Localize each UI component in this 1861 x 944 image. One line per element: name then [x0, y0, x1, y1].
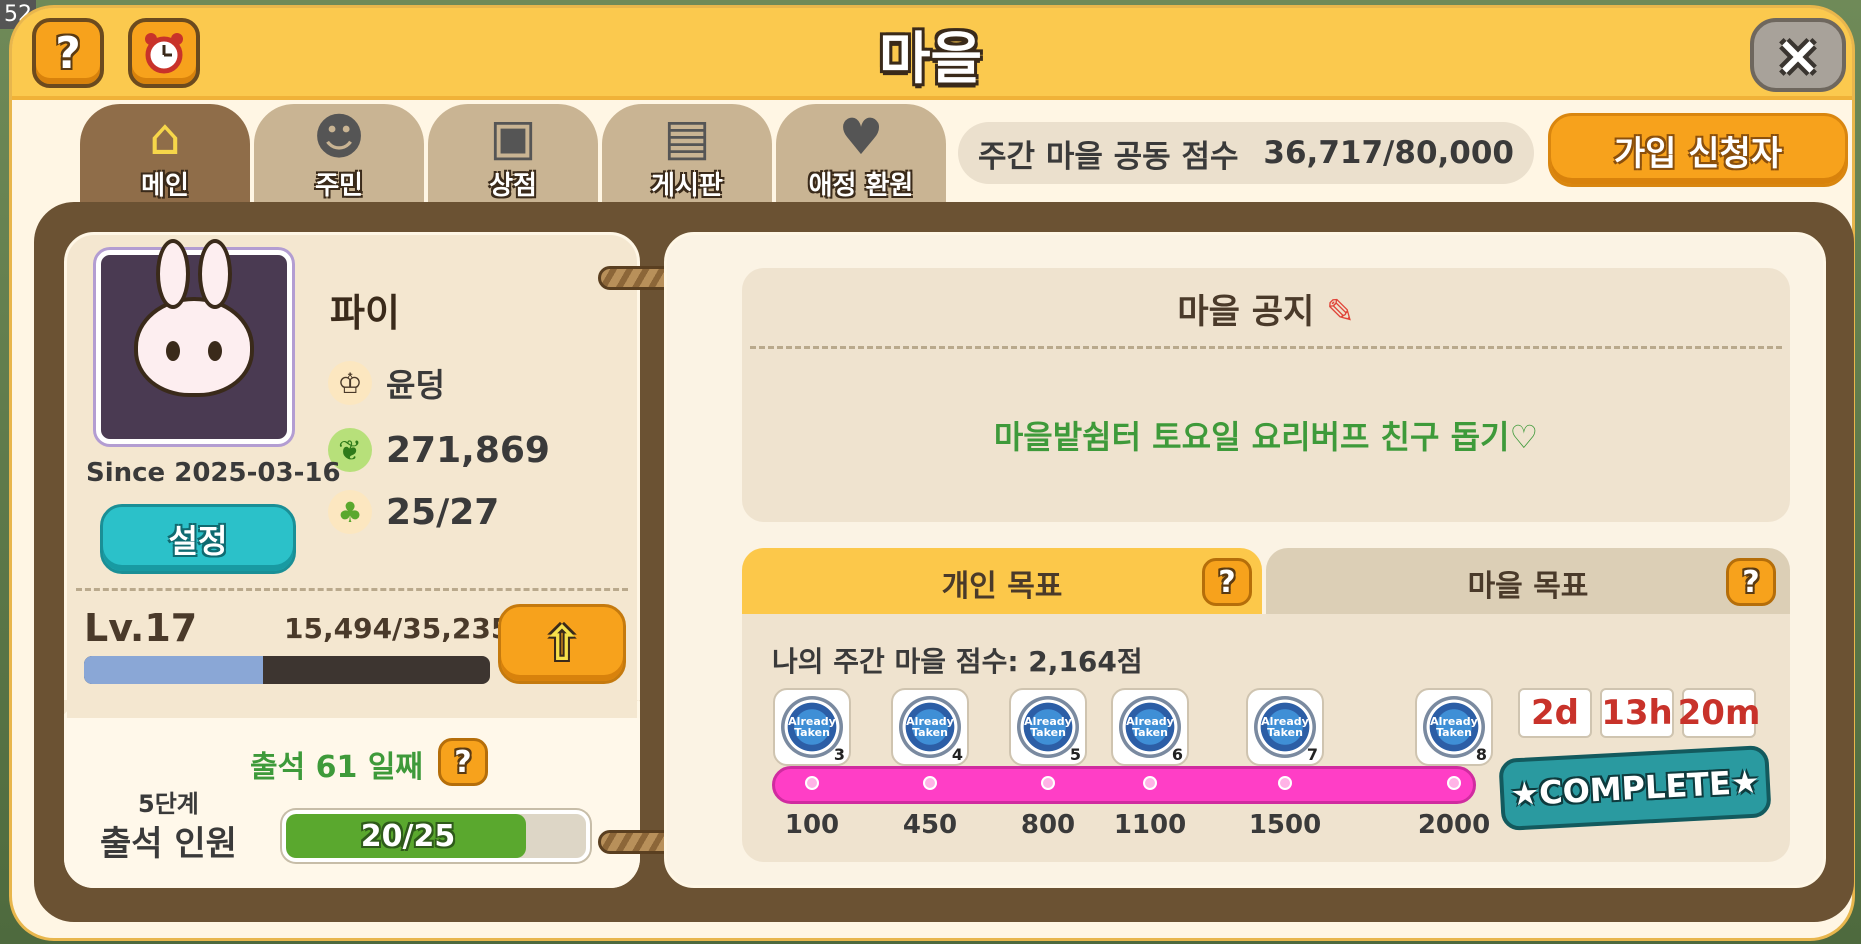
question-icon: ? [1742, 564, 1760, 600]
my-weekly-score: 나의 주간 마을 점수: 2,164점 [772, 645, 1143, 678]
weekly-score: 주간 마을 공동 점수 36,717/80,000 [958, 122, 1534, 184]
heart-icon: ♥ [838, 108, 884, 166]
level-label: Lv.17 [84, 606, 198, 650]
alarm-clock-icon [145, 33, 183, 74]
milestone-value: 2000 [1417, 810, 1491, 840]
milestone-value: 100 [784, 810, 840, 840]
level-up-button[interactable]: ⇧ [498, 604, 626, 684]
reward-count: 7 [1306, 745, 1318, 764]
attendance-help-button[interactable]: ? [438, 738, 488, 786]
join-applicants-button[interactable]: 가입 신청자 [1548, 113, 1848, 187]
attendance-value: 20/25 [360, 818, 456, 854]
milestone-value: 1500 [1248, 810, 1322, 840]
notice-title-text: 마을 공지 [1177, 292, 1315, 332]
reward-count: 3 [833, 745, 845, 764]
attendance-bar: 20/25 [282, 810, 590, 862]
notice-divider [750, 346, 1782, 349]
close-button[interactable]: × [1750, 18, 1846, 92]
tab-label: 메인 [141, 171, 189, 201]
milestone-dot [805, 776, 819, 790]
xp-fill [84, 656, 263, 684]
milestone-value: 450 [902, 810, 958, 840]
crown-icon: ♔ [328, 361, 372, 405]
personal-goal-help-button[interactable]: ? [1202, 558, 1252, 606]
question-icon: ? [1218, 564, 1236, 600]
milestone-dot [1143, 776, 1157, 790]
zigzag-divider [64, 700, 640, 722]
up-arrow-icon: ⇧ [541, 616, 583, 672]
sprout-icon: ♣ [328, 490, 372, 534]
resident-icon: ☻ [312, 108, 366, 166]
xp-bar [84, 656, 490, 684]
bunny-icon [134, 239, 254, 397]
xp-text: 15,494/35,235 [284, 612, 511, 645]
board-icon: ▤ [663, 108, 711, 166]
tab-label: 개인 목표 [941, 569, 1063, 604]
question-icon: ? [454, 744, 472, 780]
tab-affection[interactable]: ♥ 애정 환원 [776, 104, 946, 206]
reward-badge[interactable]: Already Taken 5 [1009, 688, 1087, 766]
milestone-dot [1278, 776, 1292, 790]
help-button[interactable]: ? [32, 18, 104, 88]
milestone-dot [1041, 776, 1055, 790]
reward-count: 8 [1475, 745, 1487, 764]
leaves-value: 271,869 [386, 429, 550, 471]
tab-shop[interactable]: ▣ 상점 [428, 104, 598, 206]
tab-label: 게시판 [651, 171, 723, 201]
members-value: 25/27 [386, 491, 500, 533]
tab-main[interactable]: ⌂ 메인 [80, 104, 250, 206]
notice-title[interactable]: 마을 공지 ✎ [742, 284, 1790, 333]
timer-hours: 13h [1600, 688, 1674, 738]
tab-residents[interactable]: ☻ 주민 [254, 104, 424, 206]
reward-badge[interactable]: Already Taken 8 [1415, 688, 1493, 766]
role-row: ♔ 윤덩 [328, 360, 445, 406]
tab-label: 마을 목표 [1467, 569, 1589, 604]
role-value: 윤덩 [386, 366, 445, 404]
reward-badge[interactable]: Already Taken 4 [891, 688, 969, 766]
since-date: Since 2025-03-16 [86, 458, 341, 488]
divider [76, 588, 628, 591]
basket-icon: ▣ [489, 108, 537, 166]
milestone-value: 1100 [1113, 810, 1187, 840]
complete-stamp: ★COMPLETE★ [1498, 744, 1772, 832]
reward-count: 4 [951, 745, 963, 764]
attendance-stage: 5단계 [138, 790, 199, 818]
attendance-label: 출석 인원 [100, 824, 237, 864]
milestone-dot [923, 776, 937, 790]
milestone-value: 800 [1020, 810, 1076, 840]
reward-count: 5 [1069, 745, 1081, 764]
tab-label: 상점 [489, 171, 537, 201]
village-name: 파이 [330, 291, 400, 335]
reward-badge[interactable]: Already Taken 6 [1111, 688, 1189, 766]
leaves-row: ❦ 271,869 [328, 428, 550, 472]
reward-badge[interactable]: Already Taken 7 [1246, 688, 1324, 766]
timer-minutes: 20m [1678, 688, 1760, 738]
reward-count: 6 [1171, 745, 1183, 764]
tab-village-goal[interactable]: 마을 목표 [1266, 548, 1790, 618]
alarm-button[interactable] [128, 18, 200, 88]
pencil-icon[interactable]: ✎ [1326, 292, 1355, 332]
milestone-dot [1447, 776, 1461, 790]
progress-track [772, 766, 1476, 804]
reward-badge[interactable]: Already Taken 3 [773, 688, 851, 766]
tab-personal-goal[interactable]: 개인 목표 [742, 548, 1262, 618]
weekly-score-label: 주간 마을 공동 점수 [978, 138, 1239, 175]
tab-label: 애정 환원 [808, 171, 914, 201]
attendance-days: 출석 61 일째 [250, 750, 424, 785]
close-icon: × [1775, 23, 1821, 87]
settings-button[interactable]: 설정 [100, 504, 296, 574]
village-goal-help-button[interactable]: ? [1726, 558, 1776, 606]
tab-label: 주민 [315, 171, 363, 201]
notice-text: 마을밭쉼터 토요일 요리버프 친구 돕기♡ [993, 418, 1539, 456]
window-title: 마을 [878, 27, 983, 92]
house-icon: ⌂ [149, 108, 181, 166]
question-icon: ? [55, 27, 81, 79]
members-row: ♣ 25/27 [328, 490, 499, 534]
avatar[interactable] [96, 239, 292, 444]
tab-board[interactable]: ▤ 게시판 [602, 104, 772, 206]
timer-days: 2d [1518, 688, 1592, 738]
weekly-score-value: 36,717/80,000 [1263, 135, 1514, 171]
